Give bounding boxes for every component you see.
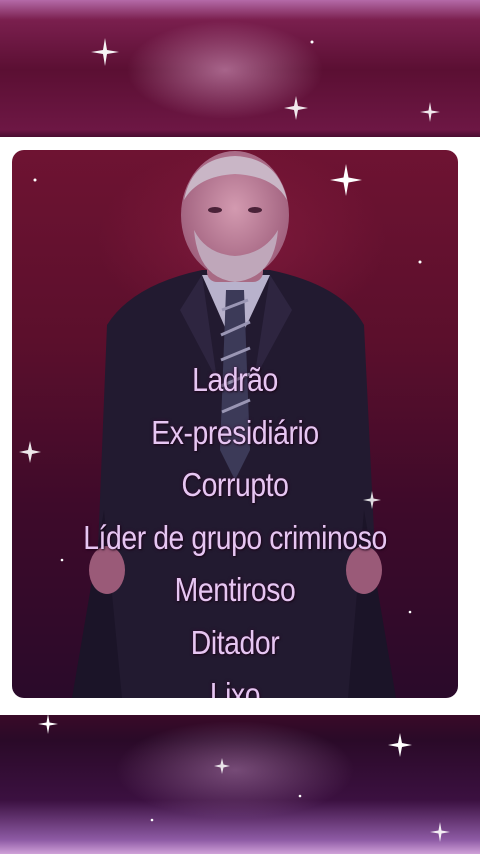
caption-line: Líder de grupo criminoso bbox=[83, 518, 387, 556]
caption-line: Mentiroso bbox=[174, 571, 296, 608]
caption-line: Ex-presidiário bbox=[151, 413, 319, 451]
caption-line: Ditador bbox=[190, 623, 280, 661]
portrait-photo: Ladrão Ex-presidiário Corrupto Líder de … bbox=[12, 150, 458, 698]
caption-line: Ladrão bbox=[192, 361, 278, 398]
caption-line: Lixo bbox=[209, 676, 261, 698]
caption-line: Corrupto bbox=[181, 466, 289, 503]
caption-text-list: Ladrão Ex-presidiário Corrupto Líder de … bbox=[12, 354, 458, 698]
